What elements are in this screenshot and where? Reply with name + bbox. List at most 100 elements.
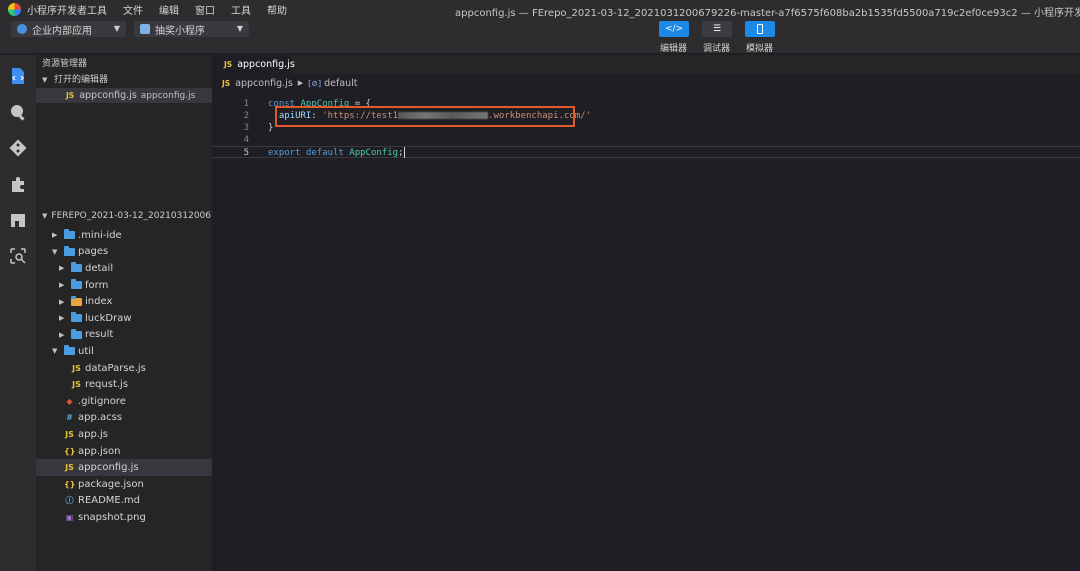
tree-item-dataparse-js[interactable]: JS dataParse.js <box>36 360 212 377</box>
files-icon[interactable] <box>9 67 27 85</box>
chevron-down-icon: ▼ <box>42 76 48 84</box>
chevron-right-icon: ▶ <box>59 314 65 323</box>
tab-appconfig[interactable]: JS appconfig.js <box>212 55 295 74</box>
org-select[interactable]: 企业内部应用 ▼ <box>11 21 126 37</box>
git-file-icon: ◆ <box>66 396 73 406</box>
chevron-down-icon: ▼ <box>52 247 58 256</box>
chevron-down-icon: ▼ <box>113 24 120 33</box>
menu-tools[interactable]: 工具 <box>231 2 251 17</box>
tree-item-detail[interactable]: ▶ detail <box>36 260 212 277</box>
tree-item-label: requst.js <box>85 379 129 391</box>
open-editor-desc: appconfig.js <box>140 90 196 101</box>
tree-item-readme-md[interactable]: ⓘ README.md <box>36 493 212 510</box>
code-token: export <box>268 148 306 158</box>
menu-file[interactable]: 文件 <box>123 2 143 17</box>
tree-item-gitignore[interactable]: ◆ .gitignore <box>36 393 212 410</box>
tree-item-app-json[interactable]: {} app.json <box>36 443 212 460</box>
tree-item-label: package.json <box>78 478 144 490</box>
project-select[interactable]: 抽奖小程序 ▼ <box>134 21 249 37</box>
tab-bar: JS appconfig.js <box>212 55 1080 74</box>
breadcrumb: JS appconfig.js ▶ [⊘] default <box>212 74 1080 92</box>
tree-item-label: dataParse.js <box>85 362 146 374</box>
git-icon[interactable] <box>9 139 27 157</box>
search-icon[interactable] <box>9 103 27 121</box>
tree-item-label: form <box>85 279 109 291</box>
tree-item-index[interactable]: ▶ index <box>36 293 212 310</box>
tree-item-appconfig-js[interactable]: JS appconfig.js <box>36 459 212 476</box>
code-line[interactable]: 4 <box>212 134 1080 146</box>
project-header[interactable]: ▼ FEREPO_2021-03-12_2021031200679226-... <box>36 207 212 225</box>
json-file-icon: {} <box>64 479 76 489</box>
line-number: 4 <box>243 135 249 145</box>
inspect-icon[interactable] <box>9 247 27 265</box>
code-token: default <box>305 148 350 158</box>
tree-item-requst-js[interactable]: JS requst.js <box>36 376 212 393</box>
folder-icon <box>64 345 75 356</box>
debugger-button[interactable]: ☰ <box>702 21 732 37</box>
extensions-icon[interactable] <box>9 175 27 193</box>
tree-item-result[interactable]: ▶ result <box>36 327 212 344</box>
js-file-icon: JS <box>72 380 81 390</box>
project-icon <box>140 24 150 34</box>
line-number: 3 <box>243 123 249 133</box>
tree-item-pages[interactable]: ▼ pages <box>36 244 212 261</box>
tree-item-label: app.js <box>78 428 108 440</box>
org-icon <box>17 24 27 34</box>
menu-bar: 小程序开发者工具 文件 编辑 窗口 工具 帮助 appconfig.js — F… <box>0 0 1080 19</box>
phone-icon <box>757 24 763 34</box>
open-editors-header[interactable]: ▼ 打开的编辑器 <box>36 73 212 88</box>
activity-bar <box>0 55 36 571</box>
tree-item-package-json[interactable]: {} package.json <box>36 476 212 493</box>
folder-icon <box>71 328 82 339</box>
folder-icon <box>71 262 82 273</box>
tree-item-label: index <box>85 296 113 308</box>
js-file-icon: JS <box>65 463 74 473</box>
chevron-right-icon: ▶ <box>59 330 65 339</box>
simulator-button[interactable] <box>745 21 775 37</box>
line-number: 2 <box>243 111 249 121</box>
code-text: } <box>268 122 273 134</box>
open-editor-item[interactable]: JS appconfig.js appconfig.js <box>36 88 212 103</box>
tree-item-mini-ide[interactable]: ▶ .mini-ide <box>36 227 212 244</box>
chevron-down-icon: ▼ <box>236 24 243 33</box>
tree-item-util[interactable]: ▼ util <box>36 343 212 360</box>
chevron-right-icon: ▶ <box>52 231 58 240</box>
tree-item-label: snapshot.png <box>78 511 146 523</box>
menu-help[interactable]: 帮助 <box>267 2 287 17</box>
tree-item-app-acss[interactable]: # app.acss <box>36 410 212 427</box>
json-file-icon: {} <box>64 446 76 456</box>
symbol-icon: [⊘] <box>308 78 322 88</box>
open-editor-name: appconfig.js <box>79 90 137 101</box>
tree-item-label: .gitignore <box>78 395 126 407</box>
code-token: } <box>268 123 274 133</box>
code-icon: </> <box>664 24 684 34</box>
text-cursor <box>403 147 405 158</box>
tab-label: appconfig.js <box>237 59 295 70</box>
breadcrumb-symbol[interactable]: default <box>324 78 357 89</box>
explorer-sidebar: 资源管理器 ▼ 打开的编辑器 JS appconfig.js appconfig… <box>36 55 212 571</box>
tree-item-label: README.md <box>78 495 141 507</box>
info-file-icon: ⓘ <box>65 496 74 506</box>
folder-icon <box>64 245 75 256</box>
tree-item-snapshot-png[interactable]: ▣ snapshot.png <box>36 509 212 526</box>
js-file-icon: JS <box>65 429 74 439</box>
editor-button[interactable]: </> <box>659 21 689 37</box>
image-file-icon: ▣ <box>65 512 74 522</box>
tree-item-app-js[interactable]: JS app.js <box>36 426 212 443</box>
panel-icon[interactable] <box>9 211 27 229</box>
code-line[interactable]: 5 export default AppConfig; <box>212 146 1080 158</box>
window-title: appconfig.js — FErepo_2021-03-12_2021031… <box>455 8 1080 19</box>
menu-window[interactable]: 窗口 <box>195 2 215 17</box>
menu-app[interactable]: 小程序开发者工具 <box>27 2 107 17</box>
tree-item-form[interactable]: ▶ form <box>36 277 212 294</box>
editor-button-label: 编辑器 <box>660 44 688 54</box>
tree-item-label: app.json <box>78 445 121 457</box>
tree-item-luckdraw[interactable]: ▶ luckDraw <box>36 310 212 327</box>
menu-edit[interactable]: 编辑 <box>159 2 179 17</box>
chevron-down-icon: ▼ <box>52 347 58 356</box>
js-file-icon: JS <box>66 91 75 100</box>
highlight-annotation <box>275 106 575 127</box>
breadcrumb-file[interactable]: appconfig.js <box>235 78 293 89</box>
chevron-right-icon: ▶ <box>59 281 65 290</box>
js-file-icon: JS <box>224 60 233 69</box>
